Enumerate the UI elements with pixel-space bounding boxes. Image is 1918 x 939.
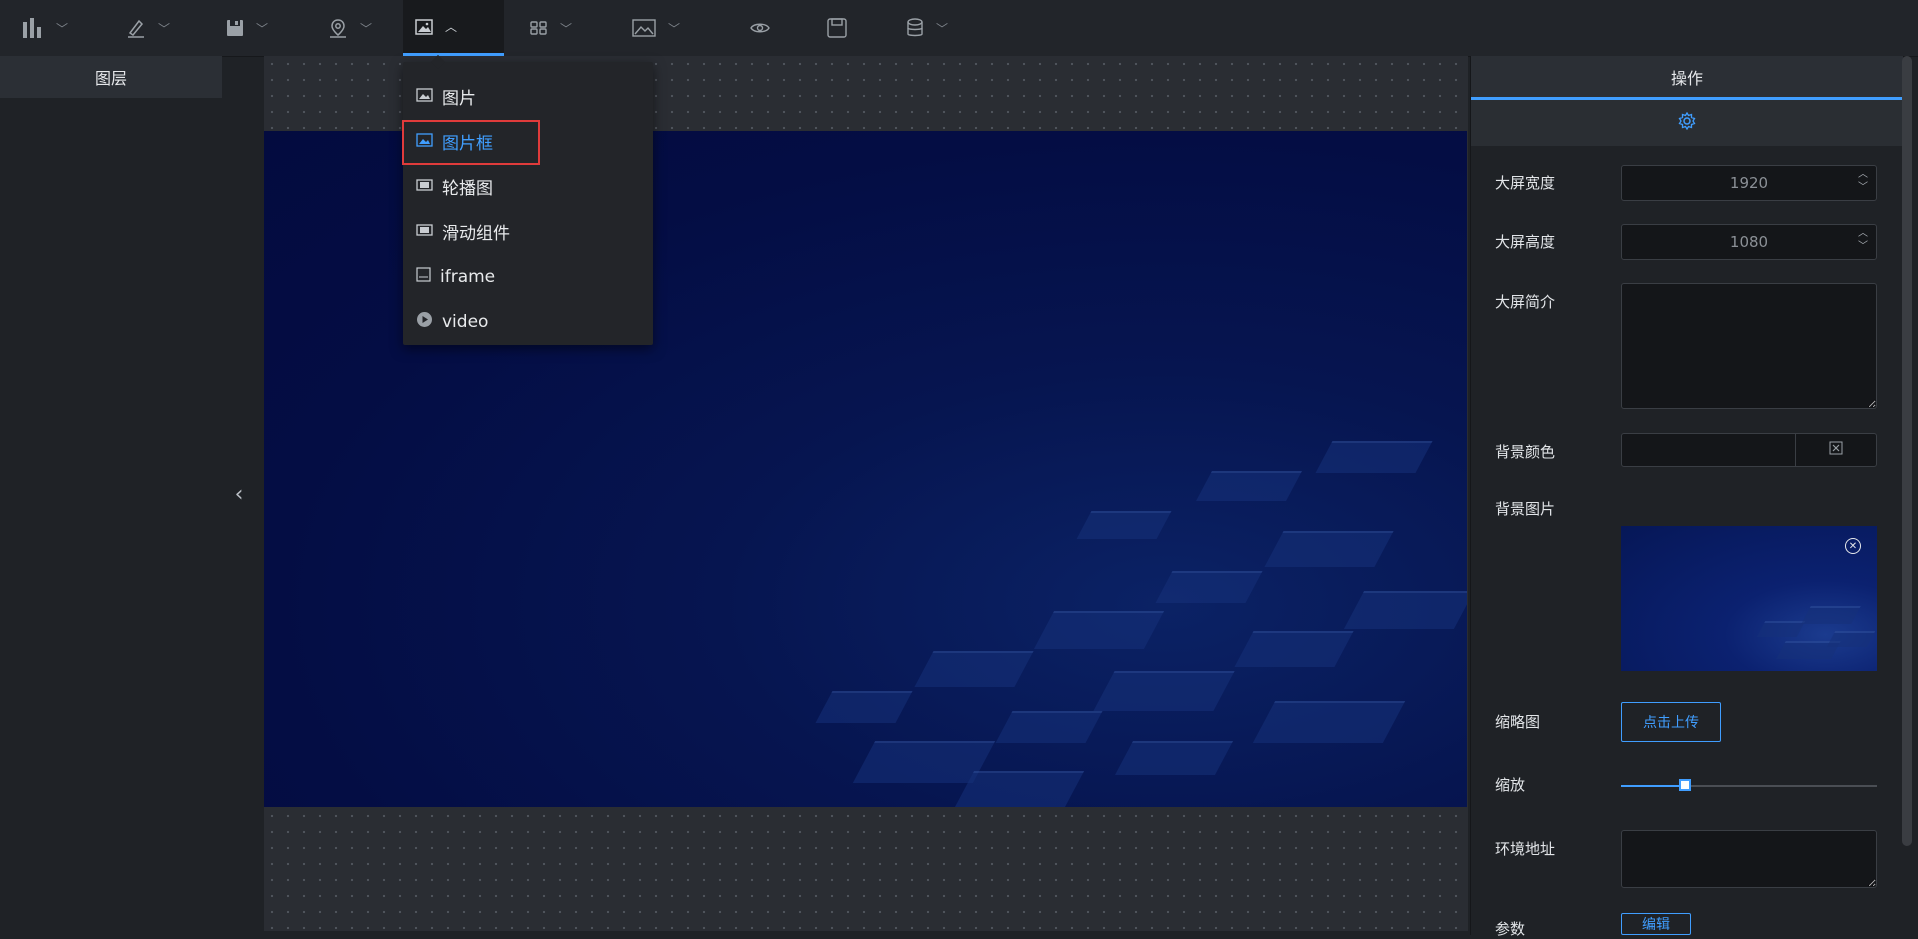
menu-item-carousel[interactable]: 轮播图 <box>403 164 653 209</box>
image-dropdown-menu: 图片 图片框 轮播图 滑动组件 iframe video <box>403 54 653 345</box>
chevron-down-icon: ﹀ <box>158 21 171 36</box>
menu-item-label: 滑动组件 <box>442 224 510 244</box>
chevron-down-icon: ﹀ <box>256 21 269 36</box>
params-label: 参数 <box>1495 920 1526 938</box>
chevron-left-icon: ‹ <box>234 481 244 507</box>
bg-color-picker[interactable] <box>1621 433 1877 467</box>
env-textarea[interactable] <box>1621 830 1877 888</box>
height-value: 1080 <box>1729 233 1769 251</box>
chevron-up-icon: ︿ <box>445 20 458 34</box>
menu-item-image[interactable]: 图片 <box>403 74 653 119</box>
width-label: 大屏宽度 <box>1495 174 1556 192</box>
carousel-icon <box>416 177 433 197</box>
save-icon <box>226 19 244 37</box>
chevron-down-icon[interactable]: ﹀ <box>1858 183 1868 193</box>
menu-item-image-frame[interactable]: 图片框 <box>403 119 653 164</box>
menu-item-label: 图片 <box>442 89 476 109</box>
picture-icon <box>632 19 656 37</box>
chevron-down-icon: ﹀ <box>668 21 681 36</box>
text-tool-button[interactable]: ﹀ <box>114 0 182 56</box>
thumbnail-label: 缩略图 <box>1495 713 1541 731</box>
chevron-down-icon: ﹀ <box>56 21 69 36</box>
layer-panel: 图层 <box>0 56 222 935</box>
tab-operations[interactable]: 操作 <box>1471 56 1903 100</box>
clear-color-button[interactable] <box>1795 434 1876 466</box>
upload-button[interactable]: 点击上传 <box>1621 702 1721 742</box>
image-icon <box>415 18 433 35</box>
menu-item-label: video <box>442 311 489 332</box>
save-button[interactable] <box>815 0 859 56</box>
top-toolbar: ﹀ ﹀ ﹀ ﹀ ︿ ﹀ ﹀ ﹀ <box>0 0 1918 57</box>
menu-item-label: 轮播图 <box>442 179 493 199</box>
image-tool-button[interactable]: ︿ <box>403 0 504 56</box>
chevron-down-icon[interactable]: ﹀ <box>1858 242 1868 252</box>
component-tool-button[interactable]: ﹀ <box>518 0 584 56</box>
edit-params-button[interactable]: 编辑 <box>1621 913 1691 935</box>
iframe-icon <box>416 266 431 287</box>
height-label: 大屏高度 <box>1495 233 1556 251</box>
menu-item-video[interactable]: video <box>403 299 653 344</box>
menu-item-label: 图片框 <box>442 134 493 154</box>
form-tool-button[interactable]: ﹀ <box>214 0 280 56</box>
chart-tool-button[interactable]: ﹀ <box>10 0 80 56</box>
chevron-up-icon[interactable]: ︿ <box>1858 170 1868 180</box>
gear-icon <box>1678 111 1696 134</box>
chevron-down-icon: ﹀ <box>560 21 573 36</box>
intro-textarea[interactable] <box>1621 283 1877 409</box>
floppy-icon <box>827 18 847 38</box>
map-pin-icon <box>328 18 348 38</box>
bg-color-label: 背景颜色 <box>1495 443 1556 461</box>
bg-image-label: 背景图片 <box>1495 500 1556 518</box>
menu-item-iframe[interactable]: iframe <box>403 254 653 299</box>
properties-panel: 操作 大屏宽度 1920 ︿ ﹀ 大屏高度 1080 ︿ ﹀ 大屏简介 背景颜色… <box>1470 56 1903 938</box>
panel-scrollbar[interactable] <box>1902 56 1912 846</box>
image-frame-icon <box>416 132 433 152</box>
pen-icon <box>126 18 146 38</box>
bar-chart-icon <box>22 18 44 38</box>
data-source-button[interactable]: ﹀ <box>894 0 960 56</box>
picture-tool-button[interactable]: ﹀ <box>620 0 692 56</box>
eye-icon <box>750 21 770 35</box>
width-stepper[interactable]: ︿ ﹀ <box>1858 170 1868 193</box>
width-input[interactable]: 1920 ︿ ﹀ <box>1621 165 1877 201</box>
height-input[interactable]: 1080 ︿ ﹀ <box>1621 224 1877 260</box>
collapse-panel-button[interactable]: ‹ <box>228 480 250 508</box>
layer-panel-title: 图层 <box>0 56 222 98</box>
image-icon <box>416 87 433 107</box>
slider-component-icon <box>416 222 433 242</box>
menu-item-label: iframe <box>440 266 496 287</box>
env-label: 环境地址 <box>1495 840 1556 858</box>
close-icon <box>1829 441 1843 459</box>
chevron-down-icon: ﹀ <box>936 21 949 36</box>
width-value: 1920 <box>1729 174 1769 192</box>
chevron-up-icon[interactable]: ︿ <box>1858 229 1868 239</box>
preview-button[interactable] <box>738 0 782 56</box>
bg-image-preview[interactable]: ✕ <box>1621 526 1877 671</box>
zoom-label: 缩放 <box>1495 776 1526 794</box>
height-stepper[interactable]: ︿ ﹀ <box>1858 229 1868 252</box>
zoom-slider-fill <box>1621 785 1685 787</box>
remove-bg-image-icon[interactable]: ✕ <box>1845 538 1861 554</box>
database-icon <box>906 18 924 38</box>
tab-label: 操作 <box>1670 68 1703 88</box>
settings-tab[interactable] <box>1471 100 1903 146</box>
menu-item-slider-component[interactable]: 滑动组件 <box>403 209 653 254</box>
zoom-slider-handle[interactable] <box>1679 779 1691 791</box>
map-tool-button[interactable]: ﹀ <box>316 0 384 56</box>
chevron-down-icon: ﹀ <box>360 21 373 36</box>
intro-label: 大屏简介 <box>1495 293 1556 311</box>
video-play-icon <box>416 311 433 333</box>
zoom-slider[interactable] <box>1621 779 1877 791</box>
grid-icon <box>530 20 548 36</box>
